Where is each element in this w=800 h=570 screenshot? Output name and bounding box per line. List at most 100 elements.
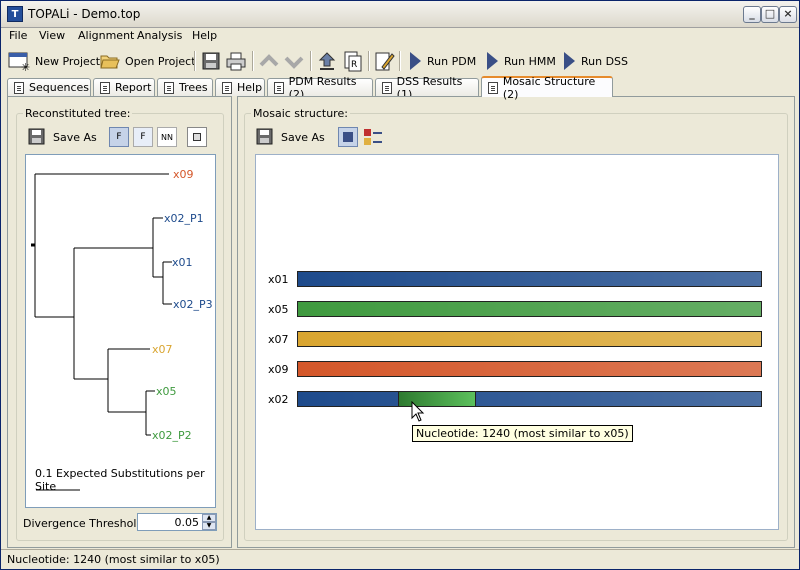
maximize-button[interactable]: □ — [761, 6, 779, 23]
tab-label: Mosaic Structure (2) — [502, 74, 596, 101]
mosaic-bar-x05 — [297, 301, 762, 317]
copy-button[interactable]: R — [341, 49, 363, 73]
tab-label: Report — [115, 81, 152, 94]
run-hmm-label: Run HMM — [504, 54, 556, 68]
mosaic-row-label-x07: x07 — [268, 333, 289, 346]
nucleotide-tooltip: Nucleotide: 1240 (most similar to x05) — [412, 425, 633, 442]
print-button[interactable] — [225, 49, 247, 73]
application-window: T TOPALi - Demo.top _ □ × File View Alig… — [0, 0, 800, 570]
main-toolbar: ✳ New Project Open Project R Run PDM Run… — [1, 46, 799, 76]
open-project-button[interactable]: Open Project — [99, 49, 196, 73]
chevron-up-icon — [259, 54, 279, 67]
run-pdm-button[interactable]: Run PDM — [407, 49, 476, 73]
tab-report[interactable]: Report — [93, 78, 155, 96]
open-folder-icon — [100, 55, 120, 69]
divergence-threshold-spinner[interactable]: 0.05 ▲ ▼ — [137, 513, 217, 531]
new-project-button[interactable]: ✳ New Project — [7, 49, 100, 73]
run-dss-button[interactable]: Run DSS — [561, 49, 628, 73]
new-project-icon: ✳ — [8, 52, 30, 72]
close-button[interactable]: × — [779, 6, 797, 23]
menu-analysis[interactable]: Analysis — [137, 29, 182, 42]
menu-alignment[interactable]: Alignment — [78, 29, 134, 42]
tree-group-label: Reconstituted tree: — [23, 107, 133, 120]
svg-text:R: R — [351, 60, 357, 70]
chevron-down-icon — [284, 56, 304, 69]
tab-dss-results[interactable]: DSS Results (1) — [375, 75, 479, 101]
report-icon — [100, 81, 110, 94]
tab-label: Trees — [179, 81, 208, 94]
tab-bar: Sequences Report Trees Help PDM Results … — [1, 75, 799, 101]
color-mode-toggle[interactable] — [338, 127, 358, 147]
window-title: TOPALi - Demo.top — [28, 7, 141, 21]
color-swatch-icon — [343, 132, 353, 142]
tab-label: Help — [237, 81, 263, 94]
pencil-icon — [375, 52, 395, 71]
menu-view[interactable]: View — [39, 29, 65, 42]
mosaic-segment-x05 — [398, 392, 476, 406]
divergence-threshold-value[interactable]: 0.05 — [175, 516, 200, 529]
mosaic-group-label: Mosaic structure: — [251, 107, 350, 120]
mosaic-row-label-x01: x01 — [268, 273, 289, 286]
tab-trees[interactable]: Trees — [157, 78, 213, 96]
mosaic-row-label-x09: x09 — [268, 363, 289, 376]
mosaic-save-as-button[interactable]: Save As — [255, 127, 325, 147]
tree-view-toggles: F F NN — [109, 127, 207, 147]
trees-icon — [164, 81, 174, 94]
move-down-button[interactable] — [283, 49, 305, 73]
spinner-up-icon[interactable]: ▲ — [202, 514, 216, 522]
minimize-button[interactable]: _ — [743, 6, 761, 23]
tree-save-as-button[interactable]: Save As — [27, 127, 97, 147]
tab-sequences[interactable]: Sequences — [7, 78, 91, 96]
cladogram-toggle[interactable]: F — [133, 127, 153, 147]
mosaic-structure-icon — [488, 81, 498, 94]
tab-mosaic-structure[interactable]: Mosaic Structure (2) — [481, 75, 613, 101]
tab-pdm-results[interactable]: PDM Results (2) — [267, 75, 373, 101]
phylogenetic-tree — [31, 173, 172, 491]
mosaic-row-label-x02: x02 — [268, 393, 289, 406]
mosaic-group: Mosaic structure: Save As — [244, 107, 788, 541]
svg-text:✳: ✳ — [21, 61, 30, 72]
mouse-cursor-icon — [411, 401, 425, 422]
tree-leaf-x05: x05 — [156, 385, 177, 398]
tree-canvas[interactable]: x09 x02_P1 x01 x02_P3 x07 x05 x02_P2 0.1… — [25, 154, 216, 508]
mosaic-view-toggles — [338, 127, 384, 147]
play-icon — [564, 52, 575, 70]
run-hmm-button[interactable]: Run HMM — [484, 49, 556, 73]
cladogram-icon: F — [140, 132, 146, 142]
export-button[interactable] — [316, 49, 338, 73]
menu-bar: File View Alignment Analysis Help — [1, 28, 799, 46]
fit-tree-button[interactable] — [187, 127, 207, 147]
tree-leaf-x02-p2: x02_P2 — [152, 429, 192, 442]
move-up-button[interactable] — [258, 49, 280, 73]
title-bar: T TOPALi - Demo.top _ □ × — [1, 1, 799, 28]
mosaic-bar-x09 — [297, 361, 762, 377]
tree-pane: Reconstituted tree: Save As F F NN x09 x… — [7, 96, 232, 548]
save-as-icon — [28, 128, 45, 145]
sequences-icon — [14, 81, 24, 94]
tab-help[interactable]: Help — [215, 78, 265, 96]
upload-icon — [318, 52, 336, 70]
menu-help[interactable]: Help — [192, 29, 217, 42]
edit-button[interactable] — [373, 49, 395, 73]
dss-results-icon — [382, 81, 392, 94]
spinner-down-icon[interactable]: ▼ — [202, 522, 216, 530]
mosaic-pane: Mosaic structure: Save As — [237, 96, 795, 548]
phylogram-toggle[interactable]: F — [109, 127, 129, 147]
divergence-threshold-label: Divergence Threshold: — [23, 517, 148, 530]
run-dss-label: Run DSS — [581, 54, 629, 68]
play-icon — [410, 52, 421, 70]
nn-toggle[interactable]: NN — [157, 127, 177, 147]
app-icon: T — [7, 6, 23, 22]
mosaic-save-as-label: Save As — [281, 130, 325, 144]
run-pdm-label: Run PDM — [427, 54, 477, 68]
legend-icon[interactable] — [362, 127, 384, 147]
pdm-results-icon — [274, 81, 284, 94]
print-icon — [226, 52, 246, 71]
tree-leaf-x01: x01 — [172, 256, 193, 269]
open-project-label: Open Project — [125, 54, 196, 68]
phylogram-icon: F — [116, 132, 122, 142]
menu-file[interactable]: File — [9, 29, 27, 42]
mosaic-bar-x07 — [297, 331, 762, 347]
new-project-label: New Project — [35, 54, 101, 68]
save-button[interactable] — [200, 49, 222, 73]
